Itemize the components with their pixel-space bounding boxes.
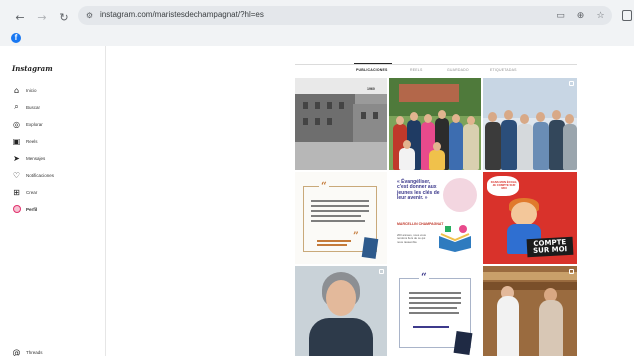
sidebar-item-reels[interactable]: ▣ Reels	[12, 136, 38, 146]
reels-icon: ▣	[12, 136, 21, 146]
card-burst-text: DANS MON ÉCOLE, JE COMPTE SUR MOI	[490, 180, 518, 191]
search-icon: ⌕	[14, 102, 19, 111]
active-tab-indicator	[354, 63, 392, 65]
sidebar-item-perfil[interactable]: Perfil	[12, 204, 37, 214]
post-tile[interactable]	[389, 78, 481, 170]
star-icon[interactable]: ☆	[594, 9, 607, 22]
sidebar-item-label: Inicio	[26, 87, 37, 93]
back-button[interactable]: ←	[12, 9, 28, 25]
instagram-logo[interactable]: Instagram	[12, 64, 53, 73]
post-tile[interactable]	[295, 266, 387, 356]
card-headline: « Évangéliser, c'est donner aux jeunes l…	[397, 179, 440, 202]
facebook-bookmark-icon[interactable]: f	[11, 33, 21, 43]
threads-icon: @	[12, 347, 21, 356]
post-tile[interactable]: “ ”	[295, 172, 387, 264]
address-bar[interactable]: ⚙ instagram.com/maristesdechampagnat/?hl…	[78, 6, 612, 25]
sidebar-item-label: Notificaciones	[26, 172, 55, 178]
avatar-icon	[12, 205, 21, 214]
book-image	[361, 237, 379, 259]
quote-mark-icon: “	[419, 272, 429, 283]
sidebar-item-label: Reels	[26, 138, 38, 144]
tab-publicaciones[interactable]: PUBLICACIONES	[356, 68, 388, 72]
multi-photo-icon	[569, 269, 574, 274]
card-headline: COMPTE SUR MOI	[526, 236, 574, 258]
video-icon	[379, 269, 384, 274]
tab-reels[interactable]: REELS	[410, 68, 422, 72]
sidebar-item-label: Threads	[26, 349, 43, 355]
tab-etiquetadas[interactable]: ETIQUETADAS	[490, 68, 517, 72]
sidebar-item-label: Explorar	[26, 121, 43, 127]
compass-icon: ◎	[13, 119, 20, 129]
posts-grid: 1960 “ ” « Évangéliser, c'est donner aux…	[295, 78, 577, 356]
post-tile[interactable]: 1960	[295, 78, 387, 170]
url-text[interactable]: instagram.com/maristesdechampagnat/?hl=e…	[100, 10, 264, 19]
sidebar-item-crear[interactable]: ⊞ Crear	[12, 187, 37, 197]
zoom-icon[interactable]: ⊕	[574, 9, 587, 22]
home-icon: ⌂	[13, 85, 20, 95]
open-book-icon	[439, 225, 471, 252]
cast-icon[interactable]: ▭	[554, 9, 567, 22]
sidebar-item-label: Perfil	[26, 206, 38, 212]
tabs-divider	[295, 64, 577, 65]
quote-mark-icon: “	[319, 181, 329, 192]
post-caption: 1960	[367, 87, 375, 91]
sidebar-item-buscar[interactable]: ⌕ Buscar	[12, 102, 40, 112]
messages-icon: ➤	[13, 153, 20, 163]
heart-icon: ♡	[12, 170, 21, 180]
sidebar-item-explorar[interactable]: ◎ Explorar	[12, 119, 43, 129]
create-icon: ⊞	[13, 187, 20, 197]
tab-guardado[interactable]: GUARDADO	[447, 68, 469, 72]
sidebar-item-notificaciones[interactable]: ♡ Notificaciones	[12, 170, 54, 180]
sidebar-item-label: Buscar	[26, 104, 41, 110]
instagram-sidebar: Instagram ⌂ Inicio ⌕ Buscar ◎ Explorar ▣…	[0, 46, 106, 356]
site-info-icon[interactable]: ⚙	[84, 10, 95, 21]
bookmarks-bar	[0, 30, 634, 46]
sidebar-item-threads[interactable]: @ Threads	[12, 347, 43, 356]
sidebar-item-label: Crear	[26, 189, 38, 195]
post-tile[interactable]	[483, 78, 577, 170]
book-image	[453, 330, 473, 356]
forward-button[interactable]: →	[34, 9, 50, 25]
extensions-icon[interactable]	[622, 10, 632, 21]
reload-button[interactable]: ↻	[56, 9, 72, 25]
multi-photo-icon	[569, 81, 574, 86]
sidebar-item-inicio[interactable]: ⌂ Inicio	[12, 85, 37, 95]
sidebar-item-mensajes[interactable]: ➤ Mensajes	[12, 153, 45, 163]
post-tile[interactable]: “	[389, 266, 481, 356]
browser-toolbar: ← → ↻ ⚙ instagram.com/maristesdechampagn…	[0, 0, 634, 30]
post-tile[interactable]: DANS MON ÉCOLE, JE COMPTE SUR MOI COMPTE…	[483, 172, 577, 264]
post-tile[interactable]	[483, 266, 577, 356]
sidebar-item-label: Mensajes	[26, 155, 46, 161]
card-note: 200 années, nous vous rendons fiers de c…	[397, 233, 426, 244]
post-tile[interactable]: « Évangéliser, c'est donner aux jeunes l…	[389, 172, 481, 264]
quote-mark-icon: ”	[353, 231, 359, 242]
